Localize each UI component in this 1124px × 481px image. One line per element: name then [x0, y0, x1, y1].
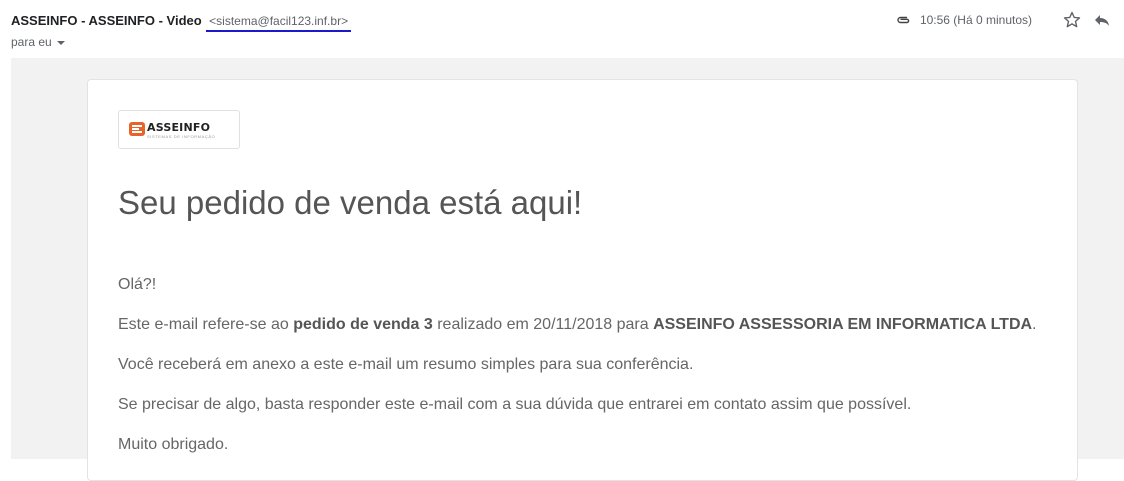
logo-mark-icon: [129, 122, 145, 136]
recipient-dropdown[interactable]: para eu: [11, 35, 65, 49]
email-card: ASSEINFO SISTEMAS DE INFORMAÇÃO Seu pedi…: [87, 79, 1078, 481]
logo-subtitle: SISTEMAS DE INFORMAÇÃO: [147, 134, 216, 139]
company-name: ASSEINFO ASSESSORIA EM INFORMATICA LTDA: [653, 316, 1033, 333]
help-paragraph: Se precisar de algo, basta responder est…: [118, 396, 912, 413]
sender-name[interactable]: ASSEINFO - ASSEINFO - Video: [11, 13, 202, 28]
sender-line: ASSEINFO - ASSEINFO - Video <sistema@fac…: [11, 12, 348, 30]
message-meta: 10:56 (Há 0 minutos): [894, 10, 1112, 30]
order-text-1: Este e-mail refere-se ao: [118, 316, 294, 333]
attachment-paragraph: Você receberá em anexo a este e-mail um …: [118, 356, 694, 373]
order-text-3: .: [1032, 316, 1037, 333]
company-logo: ASSEINFO SISTEMAS DE INFORMAÇÃO: [118, 110, 240, 149]
email-headline: Seu pedido de venda está aqui!: [118, 184, 583, 221]
logo-text: ASSEINFO: [147, 121, 211, 134]
order-text-2: realizado em 20/11/2018 para: [432, 316, 654, 333]
order-paragraph: Este e-mail refere-se ao pedido de venda…: [118, 316, 1037, 334]
star-icon[interactable]: [1062, 10, 1082, 30]
sender-email[interactable]: <sistema@facil123.inf.br>: [209, 14, 348, 28]
reply-icon[interactable]: [1092, 10, 1112, 30]
thanks-paragraph: Muito obrigado.: [118, 436, 229, 453]
greeting: Olá?!: [118, 276, 157, 293]
message-time: 10:56 (Há 0 minutos): [919, 13, 1032, 27]
order-number: pedido de venda 3: [293, 316, 433, 333]
message-body-background: ASSEINFO SISTEMAS DE INFORMAÇÃO Seu pedi…: [11, 58, 1124, 481]
chevron-down-icon: [56, 40, 65, 45]
recipient-label: para eu: [11, 35, 52, 49]
paperclip-icon: [894, 11, 912, 29]
email-header: ASSEINFO - ASSEINFO - Video <sistema@fac…: [0, 0, 1124, 58]
